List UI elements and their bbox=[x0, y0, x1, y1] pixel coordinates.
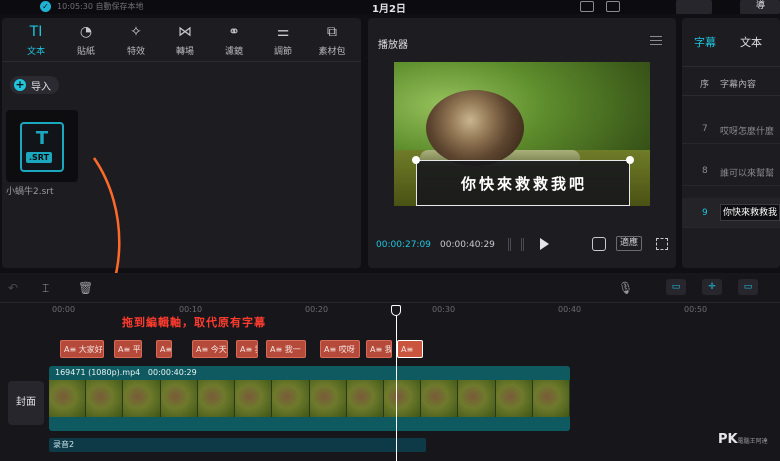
subtitle-clip[interactable]: A≡ bbox=[156, 340, 172, 358]
playhead-handle[interactable] bbox=[391, 305, 401, 316]
player-panel: 播放器 你快來救救我吧 00:00:27:09 00:00:40:29 適應 bbox=[368, 18, 676, 268]
tab-text[interactable]: 文本 bbox=[740, 34, 762, 50]
timeline-panel: ↶ ⌶ 🗑 🎙 ▭ ✛ ▭ 00:00 00:10 00:20 00:30 00… bbox=[0, 273, 780, 461]
subtitle-clip[interactable]: A≡ 我一 bbox=[266, 340, 306, 358]
subtitle-row[interactable]: 8 誰可以來幫幫 bbox=[682, 156, 780, 186]
microphone-icon[interactable]: 🎙 bbox=[618, 281, 633, 295]
snail-shell-image bbox=[426, 90, 524, 166]
video-filename: 169471 (1080p).mp4 bbox=[55, 368, 141, 377]
subtitle-clip[interactable]: A≡ 平 bbox=[114, 340, 142, 358]
subtitle-clip[interactable]: A≡ 哎呀 bbox=[320, 340, 360, 358]
split-icon[interactable]: ⌶ bbox=[42, 281, 49, 296]
total-time: 00:00:40:29 bbox=[440, 240, 495, 250]
player-title: 播放器 bbox=[378, 40, 408, 51]
subtitle-clip-selected[interactable]: A≡ bbox=[397, 340, 423, 358]
snap-toggle-icon[interactable]: ✛ bbox=[702, 279, 722, 295]
undo-icon[interactable]: ↶ bbox=[8, 281, 18, 295]
annotation-hint: 拖到編輯軸，取代原有字幕 bbox=[122, 316, 266, 329]
timeline-toolbar: ↶ ⌶ 🗑 🎙 ▭ ✛ ▭ bbox=[0, 273, 780, 303]
video-preview[interactable]: 你快來救救我吧 bbox=[394, 62, 650, 206]
preview-toggle-icon[interactable]: ▭ bbox=[738, 279, 758, 295]
subtitle-row-active[interactable]: 9 你快來救救我 bbox=[682, 198, 780, 228]
focus-icon[interactable] bbox=[592, 237, 606, 251]
subtitle-clip[interactable]: A≡ 我 bbox=[236, 340, 258, 358]
subtitles-header: 序 字幕內容 bbox=[682, 66, 780, 96]
resize-handle[interactable] bbox=[626, 156, 634, 164]
ratio-button[interactable]: 適應 bbox=[616, 236, 642, 251]
resize-handle[interactable] bbox=[412, 156, 420, 164]
video-clip[interactable]: 169471 (1080p).mp4 00:00:40:29 bbox=[49, 366, 570, 431]
col-index: 序 bbox=[700, 80, 710, 90]
video-thumbnails bbox=[49, 380, 570, 417]
subtitle-clip[interactable]: A≡ 我 bbox=[366, 340, 392, 358]
grid-icon[interactable] bbox=[508, 238, 524, 251]
link-toggle-icon[interactable]: ▭ bbox=[666, 279, 686, 295]
subtitle-clip[interactable]: A≡ 大家好 bbox=[60, 340, 104, 358]
audio-clip[interactable]: 录音2 bbox=[49, 438, 426, 452]
audio-clip-name: 录音2 bbox=[53, 440, 75, 449]
play-icon[interactable] bbox=[540, 238, 549, 250]
fullscreen-icon[interactable] bbox=[656, 238, 668, 250]
subtitle-overlay-box[interactable]: 你快來救救我吧 bbox=[416, 160, 630, 206]
subtitle-row[interactable]: 7 哎呀怎麼什麼 bbox=[682, 114, 780, 144]
col-content: 字幕內容 bbox=[720, 80, 757, 90]
subtitle-overlay-text: 你快來救救我吧 bbox=[460, 175, 587, 193]
tab-subtitles[interactable]: 字幕 bbox=[694, 34, 716, 50]
cover-button[interactable]: 封面 bbox=[8, 381, 44, 425]
current-time: 00:00:27:09 bbox=[376, 240, 431, 250]
video-duration: 00:00:40:29 bbox=[147, 368, 197, 377]
subtitle-clip[interactable]: A≡ 今天 bbox=[192, 340, 228, 358]
menu-icon[interactable] bbox=[650, 36, 662, 45]
watermark-logo: PK電腦王阿達 bbox=[718, 432, 768, 447]
subtitles-panel: 字幕 文本 序 字幕內容 7 哎呀怎麼什麼 8 誰可以來幫幫 9 你快來救救我 bbox=[682, 18, 780, 268]
playhead-line[interactable] bbox=[396, 306, 397, 461]
trash-icon[interactable]: 🗑 bbox=[78, 281, 93, 295]
time-ruler[interactable]: 00:00 00:10 00:20 00:30 00:40 00:50 bbox=[0, 303, 780, 317]
